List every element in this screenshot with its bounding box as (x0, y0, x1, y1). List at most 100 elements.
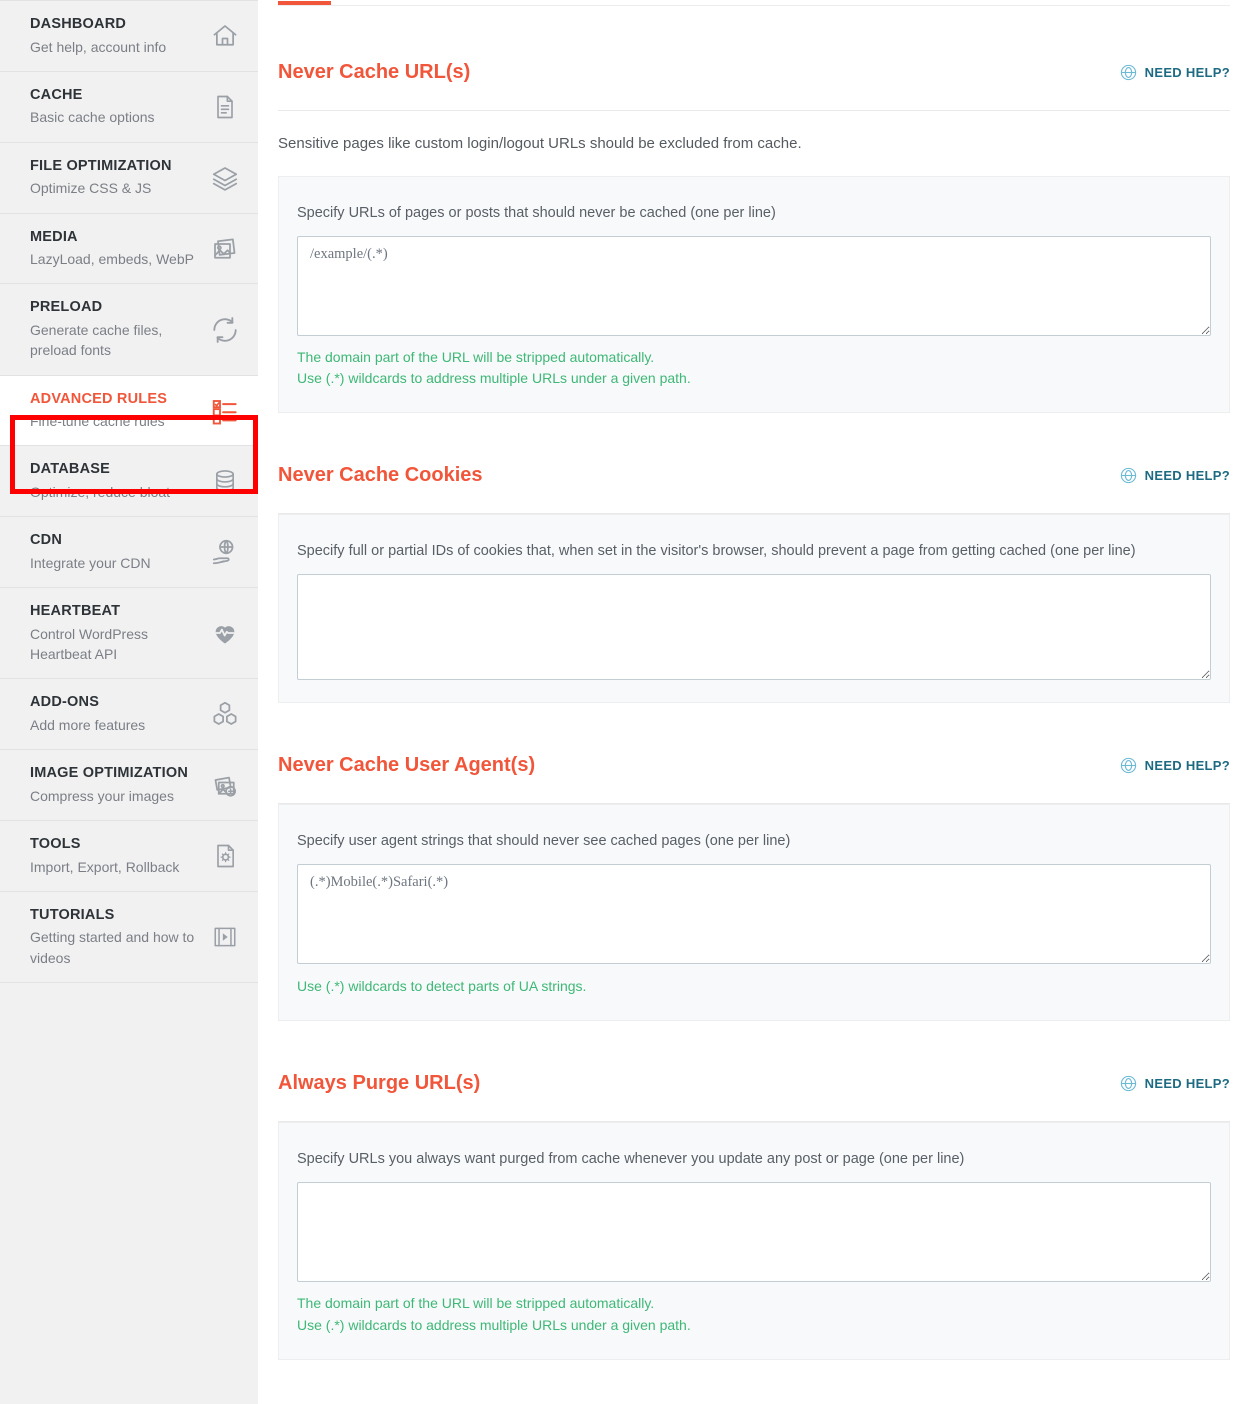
need-help-link[interactable]: NEED HELP? (1119, 466, 1230, 485)
helper-line: The domain part of the URL will be strip… (297, 348, 655, 365)
settings-sidebar: DASHBOARD Get help, account info CACHE Basi… (0, 0, 258, 1404)
section-fieldset: Specify full or partial IDs of cookies t… (278, 514, 1230, 704)
section-header: Never Cache URL(s) NEED HELP? (278, 44, 1230, 112)
section-title: Always Purge URL(s) (278, 1071, 481, 1094)
sidebar-item-subtitle: Control WordPress Heartbeat API (30, 625, 149, 663)
sidebar-item-title: TOOLS (30, 836, 81, 853)
database-icon (208, 464, 242, 498)
field-label: Specify URLs of pages or posts that shou… (297, 204, 776, 221)
helper-text: The domain part of the URL will be strip… (297, 347, 1211, 390)
helper-line: The domain part of the URL will be strip… (297, 1295, 655, 1312)
sidebar-item-subtitle: Optimize CSS & JS (30, 180, 152, 197)
heart-pulse-icon (208, 616, 242, 650)
rules-textarea[interactable] (297, 235, 1211, 336)
lifebuoy-icon (1119, 756, 1138, 775)
section-fieldset: Specify URLs you always want purged from… (278, 1122, 1230, 1360)
sidebar-item-subtitle: Compress your images (30, 787, 174, 804)
main-content: Never Cache URL(s) NEED HELP? Sensitive p… (258, 0, 1250, 1404)
sidebar-item-image-optimization[interactable]: IMAGE OPTIMIZATION Compress your images (0, 750, 258, 822)
sidebar-item-subtitle: Integrate your CDN (30, 554, 151, 571)
lifebuoy-icon (1119, 63, 1138, 82)
rules-textarea[interactable] (297, 574, 1211, 681)
active-tab-indicator (278, 1, 331, 5)
sidebar-item-file-optimization[interactable]: FILE OPTIMIZATION Optimize CSS & JS (0, 143, 258, 214)
video-play-icon (208, 920, 242, 954)
sidebar-item-cache[interactable]: CACHE Basic cache options (0, 72, 258, 143)
sidebar-item-title: PRELOAD (30, 299, 103, 316)
image-compress-icon (208, 768, 242, 802)
cdn-globe-hand-icon (208, 535, 242, 569)
sidebar-item-database[interactable]: DATABASE Optimize, reduce bloat (0, 446, 258, 518)
sidebar-item-subtitle: Get help, account info (30, 38, 167, 55)
sidebar-item-cdn[interactable]: CDN Integrate your CDN (0, 517, 258, 589)
rules-textarea[interactable] (297, 1182, 1211, 1283)
checklist-icon (208, 394, 242, 428)
field-label: Specify URLs you always want purged from… (297, 1151, 965, 1168)
sidebar-item-title: CDN (30, 532, 63, 549)
section-cache-query-string-s: Cache Query String(s) NEED HELP? (278, 1360, 1230, 1404)
sidebar-item-title: MEDIA (30, 228, 78, 245)
field-label: Specify full or partial IDs of cookies t… (297, 543, 1136, 560)
sidebar-item-title: CACHE (30, 86, 83, 103)
section-description: Sensitive pages like custom login/logout… (278, 135, 802, 153)
sidebar-item-subtitle: Add more features (30, 716, 146, 733)
sidebar-item-tools[interactable]: TOOLS Import, Export, Rollback (0, 821, 258, 892)
document-icon (208, 90, 242, 124)
sidebar-item-subtitle: Optimize, reduce bloat (30, 484, 171, 501)
file-gear-icon (208, 839, 242, 873)
section-fieldset: Specify URLs of pages or posts that shou… (278, 175, 1230, 414)
sidebar-item-title: FILE OPTIMIZATION (30, 157, 172, 174)
section-header: Never Cache Cookies NEED HELP? (278, 447, 1230, 515)
sidebar-item-tutorials[interactable]: TUTORIALS Getting started and how to vide… (0, 892, 258, 984)
section-header: Never Cache User Agent(s) NEED HELP? (278, 737, 1230, 805)
need-help-label: NEED HELP? (1144, 467, 1230, 483)
helper-text: Use (.*) wildcards to detect parts of UA… (297, 976, 1211, 998)
section-always-purge-url-s: Always Purge URL(s) NEED HELP? Specify UR… (278, 1021, 1230, 1360)
sidebar-item-subtitle: Basic cache options (30, 109, 155, 126)
need-help-label: NEED HELP? (1144, 1075, 1230, 1091)
section-never-cache-cookies: Never Cache Cookies NEED HELP? Specify fu… (278, 413, 1230, 704)
sidebar-item-subtitle: LazyLoad, embeds, WebP (30, 251, 194, 268)
section-never-cache-url-s: Never Cache URL(s) NEED HELP? Sensitive p… (278, 6, 1230, 414)
sidebar-item-title: HEARTBEAT (30, 603, 121, 620)
need-help-link[interactable]: NEED HELP? (1119, 756, 1230, 775)
sidebar-item-subtitle: Fine-tune cache rules (30, 413, 165, 430)
section-never-cache-user-agent-s: Never Cache User Agent(s) NEED HELP? Spec… (278, 703, 1230, 1022)
section-title: Never Cache User Agent(s) (278, 753, 536, 776)
need-help-link[interactable]: NEED HELP? (1119, 63, 1230, 82)
section-header: Cache Query String(s) NEED HELP? (278, 1394, 1230, 1404)
image-stack-icon (208, 232, 242, 266)
section-header: Always Purge URL(s) NEED HELP? (278, 1055, 1230, 1123)
sidebar-item-title: ADD-ONS (30, 694, 100, 711)
section-title: Never Cache Cookies (278, 463, 483, 486)
section-fieldset: Specify user agent strings that should n… (278, 804, 1230, 1022)
need-help-link[interactable]: NEED HELP? (1119, 1074, 1230, 1093)
refresh-icon (208, 313, 242, 347)
helper-line: Use (.*) wildcards to address multiple U… (297, 370, 691, 387)
blocks-icon (208, 697, 242, 731)
sidebar-item-subtitle: Import, Export, Rollback (30, 858, 180, 875)
sidebar-item-title: DATABASE (30, 461, 111, 478)
lifebuoy-icon (1119, 466, 1138, 485)
need-help-label: NEED HELP? (1144, 757, 1230, 773)
sidebar-item-subtitle: Getting started and how to videos (30, 929, 195, 966)
helper-line: Use (.*) wildcards to address multiple U… (297, 1317, 691, 1334)
sidebar-item-heartbeat[interactable]: HEARTBEAT Control WordPress Heartbeat API (0, 588, 258, 680)
wp-rocket-advanced-rules-page: DASHBOARD Get help, account info CACHE Basi… (0, 0, 1250, 1404)
helper-line: Use (.*) wildcards to detect parts of UA… (297, 978, 587, 995)
sidebar-item-media[interactable]: MEDIA LazyLoad, embeds, WebP (0, 214, 258, 285)
sidebar-item-advanced-rules[interactable]: ADVANCED RULES Fine-tune cache rules (0, 375, 258, 447)
sidebar-item-title: ADVANCED RULES (30, 390, 168, 407)
section-title: Never Cache URL(s) (278, 60, 471, 83)
home-icon (208, 19, 242, 53)
sidebar-item-subtitle: Generate cache files, preload fonts (30, 322, 163, 359)
rules-textarea[interactable] (297, 864, 1211, 965)
sidebar-item-preload[interactable]: PRELOAD Generate cache files, preload fon… (0, 284, 258, 376)
sidebar-item-add-ons[interactable]: ADD-ONS Add more features (0, 679, 258, 751)
sidebar-item-title: IMAGE OPTIMIZATION (30, 765, 188, 782)
need-help-label: NEED HELP? (1144, 64, 1230, 80)
sidebar-item-dashboard[interactable]: DASHBOARD Get help, account info (0, 1, 258, 72)
helper-text: The domain part of the URL will be strip… (297, 1293, 1211, 1336)
sidebar-item-title: TUTORIALS (30, 906, 115, 923)
layers-icon (208, 161, 242, 195)
